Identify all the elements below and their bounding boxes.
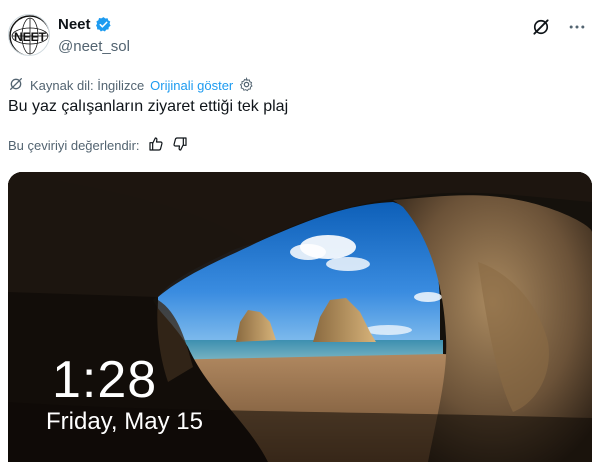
- verified-badge-icon: [95, 16, 112, 33]
- thumbs-down-icon[interactable]: [172, 136, 188, 155]
- avatar[interactable]: NEET: [8, 14, 50, 56]
- handle[interactable]: @neet_sol: [58, 38, 130, 55]
- translation-source: Kaynak dil: İngilizce: [30, 78, 145, 93]
- translation-row: Kaynak dil: İngilizce Orijinali göster: [8, 76, 254, 95]
- rate-translation-row: Bu çeviriyi değerlendir:: [8, 136, 188, 155]
- lockscreen-date: Friday, May 15: [46, 408, 203, 435]
- show-original-link[interactable]: Orijinali göster: [150, 78, 233, 93]
- more-icon[interactable]: [566, 16, 588, 38]
- tweet-text: Bu yaz çalışanların ziyaret ettiği tek p…: [8, 98, 289, 115]
- tweet-media-image[interactable]: 1:28 Friday, May 15: [8, 172, 592, 462]
- grok-icon[interactable]: [530, 16, 552, 38]
- display-name[interactable]: Neet: [58, 16, 91, 33]
- lockscreen-time: 1:28: [52, 351, 158, 409]
- tweet-header: NEET Neet @neet_sol: [8, 14, 592, 60]
- avatar-logo-text: NEET: [14, 30, 47, 44]
- rate-translation-label: Bu çeviriyi değerlendir:: [8, 138, 140, 153]
- thumbs-up-icon[interactable]: [148, 136, 164, 155]
- gear-icon[interactable]: [239, 76, 254, 95]
- translate-icon: [8, 76, 24, 95]
